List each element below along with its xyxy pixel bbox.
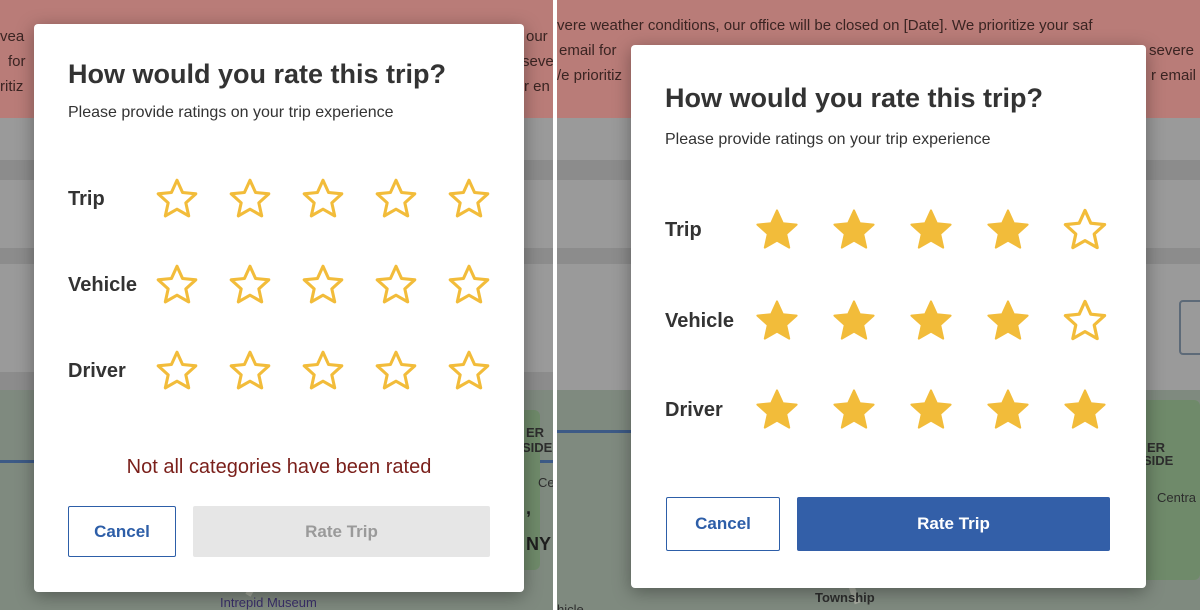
map-label: Ce [538,475,553,490]
star-empty-icon[interactable] [227,262,273,308]
map-label: Centra [1157,490,1197,505]
background-input [1179,300,1200,355]
rating-row-trip: Trip [665,205,1109,255]
dialog-subtitle: Please provide ratings on your trip expe… [68,104,394,121]
star-rating [154,262,492,308]
map-label: hicle [557,602,584,610]
dialog-title: How would you rate this trip? [68,59,446,89]
cancel-button[interactable]: Cancel [666,497,780,551]
star-empty-icon[interactable] [446,262,492,308]
right-screenshot: vere weather conditions, our office will… [557,0,1200,610]
rating-label: Trip [665,218,702,241]
star-empty-icon[interactable] [1061,297,1109,345]
map-label: Intrepid Museum [220,595,317,610]
star-empty-icon[interactable] [373,262,419,308]
cancel-button[interactable]: Cancel [68,506,176,557]
background-text: NY [526,534,552,554]
banner-text: ritiz [0,78,24,95]
banner-text: vea [0,28,25,45]
star-rating [154,176,492,222]
banner-text: /e prioritiz [557,67,623,84]
star-empty-icon[interactable] [227,176,273,222]
star-filled-icon[interactable] [907,206,955,254]
star-empty-icon[interactable] [1061,206,1109,254]
rating-row-trip: Trip [68,174,492,224]
map-label: SIDE [1143,453,1174,468]
dialog-subtitle: Please provide ratings on your trip expe… [665,131,991,148]
rate-trip-button[interactable]: Rate Trip [797,497,1110,551]
dialog-title: How would you rate this trip? [665,83,1043,113]
star-empty-icon[interactable] [154,176,200,222]
rating-label: Vehicle [68,273,137,296]
rating-row-driver: Driver [665,385,1109,435]
star-filled-icon[interactable] [907,386,955,434]
star-empty-icon[interactable] [300,348,346,394]
validation-error: Not all categories have been rated [126,456,432,478]
map-label: Township [815,590,875,605]
banner-text: vere weather conditions, our office will… [557,17,1093,34]
banner-text: severe [1149,42,1195,59]
banner-text: our [526,28,548,45]
star-filled-icon[interactable] [1061,386,1109,434]
star-filled-icon[interactable] [753,386,801,434]
star-filled-icon[interactable] [753,206,801,254]
star-filled-icon[interactable] [984,386,1032,434]
star-rating [753,297,1109,345]
rating-row-driver: Driver [68,346,492,396]
star-empty-icon[interactable] [300,262,346,308]
banner-text: email for [559,42,617,59]
star-empty-icon[interactable] [446,348,492,394]
star-filled-icon[interactable] [830,386,878,434]
star-empty-icon[interactable] [154,348,200,394]
star-empty-icon[interactable] [373,176,419,222]
banner-text: r email [1151,67,1197,84]
rate-trip-button[interactable]: Rate Trip [193,506,490,557]
star-filled-icon[interactable] [830,297,878,345]
rating-row-vehicle: Vehicle [665,296,1109,346]
rating-dialog: How would you rate this trip? Please pro… [631,45,1146,588]
banner-text: seve [522,53,553,70]
banner-text: for [8,53,26,70]
star-filled-icon[interactable] [907,297,955,345]
star-empty-icon[interactable] [373,348,419,394]
star-rating [753,386,1109,434]
rating-row-vehicle: Vehicle [68,260,492,310]
rating-label: Trip [68,187,105,210]
star-filled-icon[interactable] [753,297,801,345]
map-label: ER [526,425,545,440]
left-screenshot: vea for ritiz our seve r en ER SIDE Ce I… [0,0,553,610]
banner-text: r en [524,78,550,95]
rating-label: Vehicle [665,309,734,332]
background-text: , [526,498,532,518]
map-label: SIDE [522,440,553,455]
star-rating [154,348,492,394]
star-filled-icon[interactable] [830,206,878,254]
star-empty-icon[interactable] [154,262,200,308]
star-empty-icon[interactable] [227,348,273,394]
rating-label: Driver [665,398,723,421]
rating-label: Driver [68,359,126,382]
star-empty-icon[interactable] [300,176,346,222]
star-filled-icon[interactable] [984,297,1032,345]
rating-dialog: How would you rate this trip? Please pro… [34,24,524,592]
star-filled-icon[interactable] [984,206,1032,254]
star-rating [753,206,1109,254]
star-empty-icon[interactable] [446,176,492,222]
